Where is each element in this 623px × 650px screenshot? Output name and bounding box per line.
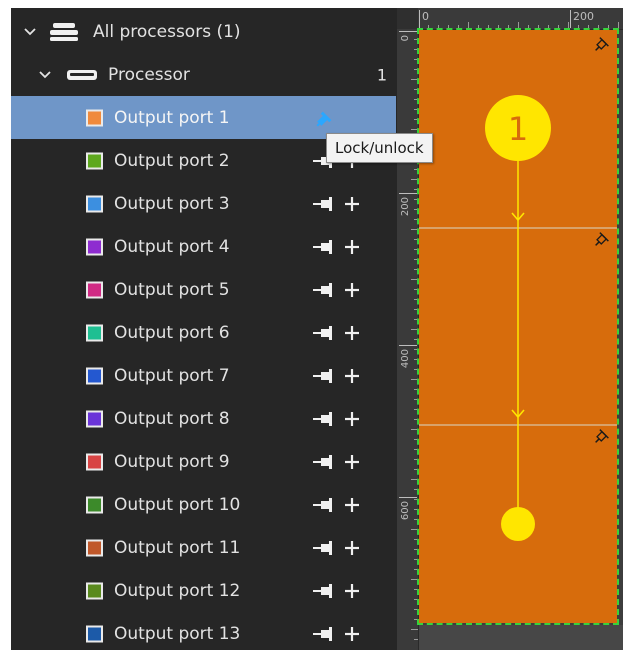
tree-root-label: All processors (1) [93,21,241,42]
output-port-label: Output port 4 [114,236,230,257]
output-port-label: Output port 1 [114,107,230,128]
port-color-swatch[interactable] [86,625,103,642]
add-icon[interactable] [344,368,360,384]
port-color-swatch[interactable] [86,109,103,126]
output-port-row[interactable]: Output port 12 [11,569,397,612]
lock-pin-icon[interactable] [312,625,334,643]
output-port-label: Output port 10 [114,494,241,515]
pin-icon[interactable] [591,429,609,447]
add-icon[interactable] [344,583,360,599]
output-port-row[interactable]: Output port 9 [11,440,397,483]
add-icon[interactable] [344,626,360,642]
lock-pin-icon[interactable] [312,281,334,299]
processor-group-icon [50,22,78,41]
canvas-overlay: 1 [419,37,617,541]
output-port-row[interactable]: Output port 8 [11,397,397,440]
add-icon[interactable] [344,540,360,556]
output-port-label: Output port 9 [114,451,230,472]
port-color-swatch[interactable] [86,367,103,384]
add-icon[interactable] [344,196,360,212]
port-color-swatch[interactable] [86,496,103,513]
lock-pin-icon[interactable] [312,324,334,342]
output-port-label: Output port 12 [114,580,241,601]
output-port-row[interactable]: Output port 5 [11,268,397,311]
output-port-label: Output port 2 [114,150,230,171]
lock-pin-icon[interactable] [312,496,334,514]
port-color-swatch[interactable] [86,281,103,298]
processor-count: 1 [376,65,387,84]
output-port-row[interactable]: Output port 3 [11,182,397,225]
port-color-swatch[interactable] [86,238,103,255]
add-icon[interactable] [344,282,360,298]
output-port-row[interactable]: Output port 11 [11,526,397,569]
port-color-swatch[interactable] [86,195,103,212]
port-color-swatch[interactable] [86,582,103,599]
chevron-down-icon[interactable] [23,25,37,39]
app-window: All processors (1) Processor 1 Output po… [0,0,623,650]
lock-pin-icon[interactable] [312,453,334,471]
port-color-swatch[interactable] [86,539,103,556]
lock-pin-icon[interactable] [312,238,334,256]
output-port-row[interactable]: Output port 6 [11,311,397,354]
flow-start-number: 1 [508,110,528,148]
canvas-area[interactable]: 0 200 0 200 400 600 1 [397,8,623,650]
chevron-down-icon[interactable] [38,68,52,82]
lock-pin-icon[interactable] [312,539,334,557]
tree-item-processor[interactable]: Processor 1 [11,53,397,96]
port-color-swatch[interactable] [86,453,103,470]
add-icon[interactable] [344,497,360,513]
tree-root-all-processors[interactable]: All processors (1) [11,10,397,53]
lock-pin-icon[interactable] [312,195,334,213]
processor-label: Processor [108,64,190,85]
port-color-swatch[interactable] [86,152,103,169]
output-port-row[interactable]: Output port 4 [11,225,397,268]
port-color-swatch[interactable] [86,324,103,341]
lock-pin-icon[interactable] [314,109,336,127]
lock-pin-icon[interactable] [312,582,334,600]
add-icon[interactable] [344,239,360,255]
output-port-label: Output port 5 [114,279,230,300]
port-color-swatch[interactable] [86,410,103,427]
processor-icon [67,69,97,80]
processor-tree-panel: All processors (1) Processor 1 Output po… [11,8,397,650]
output-port-label: Output port 7 [114,365,230,386]
add-icon[interactable] [344,325,360,341]
pin-icon[interactable] [591,37,609,55]
add-icon[interactable] [344,411,360,427]
lock-unlock-tooltip: Lock/unlock [326,133,433,163]
output-port-label: Output port 11 [114,537,241,558]
output-port-row[interactable]: Output port 7 [11,354,397,397]
output-port-label: Output port 6 [114,322,230,343]
flow-end-marker[interactable] [501,507,535,541]
output-port-label: Output port 3 [114,193,230,214]
pin-icon[interactable] [591,232,609,250]
output-port-row[interactable]: Output port 13 [11,612,397,650]
output-port-row[interactable]: Output port 10 [11,483,397,526]
output-port-label: Output port 13 [114,623,241,644]
lock-pin-icon[interactable] [312,367,334,385]
lock-pin-icon[interactable] [312,410,334,428]
add-icon[interactable] [344,454,360,470]
output-port-label: Output port 8 [114,408,230,429]
